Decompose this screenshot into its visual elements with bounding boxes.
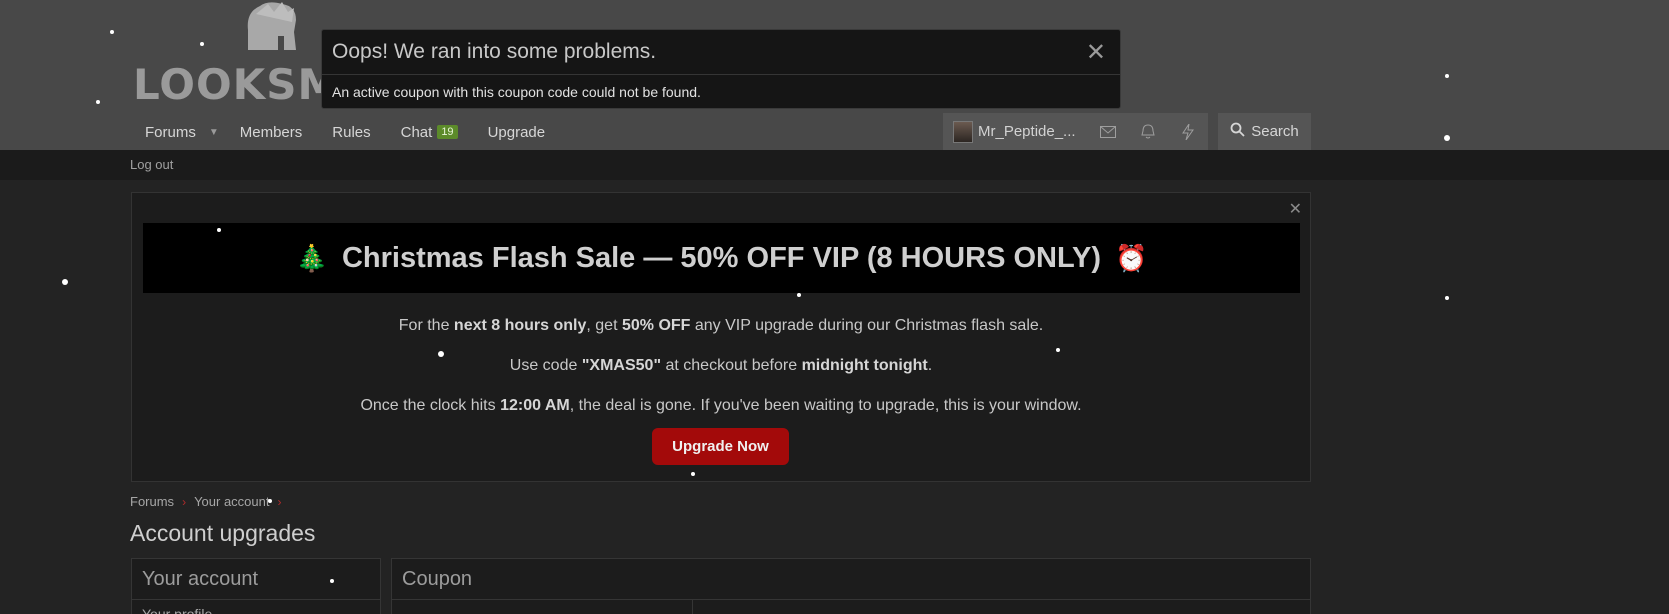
username: Mr_Peptide_...: [978, 123, 1076, 140]
logo-head-icon: [247, 2, 296, 50]
nav-upgrade[interactable]: Upgrade: [473, 114, 561, 150]
breadcrumb: Forums › Your account ›: [130, 494, 289, 509]
promo-title: Christmas Flash Sale — 50% OFF VIP (8 HO…: [341, 241, 1102, 274]
search-icon: [1230, 122, 1245, 141]
snowflake: [1445, 296, 1449, 300]
breadcrumb-forums[interactable]: Forums: [130, 494, 174, 509]
error-title: Oops! We ran into some problems.: [332, 40, 657, 63]
chat-count-badge: 19: [437, 125, 458, 139]
snowflake: [96, 100, 100, 104]
snowflake: [1056, 348, 1060, 352]
nav-rules[interactable]: Rules: [317, 114, 385, 150]
promo-line-3: Once the clock hits 12:00 AM, the deal i…: [360, 397, 1082, 414]
snowflake: [797, 293, 801, 297]
error-overlay: Oops! We ran into some problems. ✕ An ac…: [321, 29, 1121, 109]
nav-chat-label: Chat: [400, 123, 433, 141]
chevron-right-icon: ›: [182, 494, 187, 509]
promo-line-1: For the next 8 hours only, get 50% OFF a…: [398, 317, 1044, 334]
snowflake: [200, 42, 204, 46]
coupon-block: Coupon: [391, 558, 1311, 614]
error-message: An active coupon with this coupon code c…: [332, 84, 701, 100]
promo-notice: ✕ 🎄 Christmas Flash Sale — 50% OFF VIP (…: [131, 192, 1311, 482]
search-button[interactable]: Search: [1218, 113, 1311, 150]
sub-nav: [0, 150, 1669, 180]
main-nav: Forums ▼ Members Rules Chat 19 Upgrade: [130, 114, 560, 150]
chevron-right-icon: ›: [277, 494, 282, 509]
snowflake: [62, 279, 68, 285]
logout-link[interactable]: Log out: [130, 157, 173, 172]
snowflake: [110, 30, 114, 34]
snowflake: [268, 499, 272, 503]
sidebar-item-profile[interactable]: Your profile: [132, 600, 380, 614]
snowflake: [217, 228, 221, 232]
snowflake: [691, 472, 695, 476]
close-icon[interactable]: ✕: [1086, 38, 1106, 67]
user-nav: Mr_Peptide_...: [943, 113, 1208, 150]
nav-chat[interactable]: Chat 19: [386, 114, 473, 150]
sidebar-title: Your account: [132, 559, 380, 600]
account-link[interactable]: Mr_Peptide_...: [943, 113, 1088, 150]
lightning-icon[interactable]: [1168, 113, 1208, 150]
bell-icon[interactable]: [1128, 113, 1168, 150]
christmas-tree-icon: 🎄: [295, 242, 328, 273]
inbox-icon[interactable]: [1088, 113, 1128, 150]
account-sidebar: Your account Your profile: [131, 558, 381, 614]
nav-forums[interactable]: Forums: [130, 114, 211, 150]
coupon-title: Coupon: [392, 559, 1310, 600]
page-title: Account upgrades: [130, 520, 316, 546]
breadcrumb-your-account[interactable]: Your account: [194, 494, 269, 509]
notice-close-icon[interactable]: ✕: [1289, 199, 1302, 219]
overlay-divider: [322, 74, 1120, 75]
chevron-down-icon[interactable]: ▼: [209, 127, 219, 138]
alarm-clock-icon: ⏰: [1115, 242, 1148, 273]
snowflake: [1445, 74, 1449, 78]
snowflake: [330, 579, 334, 583]
snowflake: [1444, 135, 1450, 141]
snowflake: [438, 351, 444, 357]
form-column-divider: [692, 600, 693, 614]
search-label: Search: [1251, 123, 1299, 140]
site-logo[interactable]: LOOKSMAX: [133, 0, 406, 109]
promo-line-2: Use code "XMAS50" at checkout before mid…: [509, 357, 933, 374]
promo-banner: 🎄 Christmas Flash Sale — 50% OFF VIP (8 …: [143, 223, 1300, 293]
avatar: [953, 120, 973, 143]
nav-members[interactable]: Members: [225, 114, 318, 150]
upgrade-now-button[interactable]: Upgrade Now: [652, 428, 789, 465]
